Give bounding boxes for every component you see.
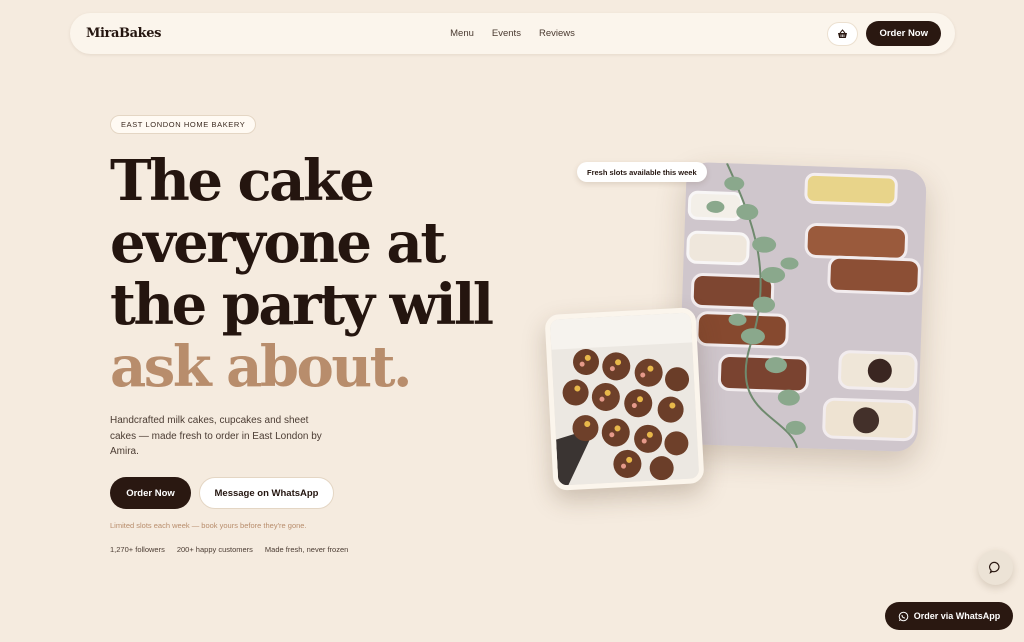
nav-links: Menu Events Reviews [450,28,575,39]
order-now-button[interactable]: Order Now [110,477,191,509]
whatsapp-message-button[interactable]: Message on WhatsApp [199,477,334,509]
brand-logo[interactable]: MiraBakes [86,26,161,41]
nav-order-button[interactable]: Order Now [866,21,941,46]
stats-row: 1,270+ followers 200+ happy customers Ma… [110,545,348,554]
limited-slots-note: Limited slots each week — book yours bef… [110,521,307,530]
nav-link-reviews[interactable]: Reviews [539,28,575,39]
chat-bubble-icon [989,561,1000,574]
order-via-whatsapp-button[interactable]: Order via WhatsApp [885,602,1013,630]
photo-cupcakes [544,307,705,491]
stat-fresh: Made fresh, never frozen [264,545,349,554]
basket-icon [838,28,848,38]
headline-line-3: the party will [110,272,494,338]
top-nav: MiraBakes Menu Events Reviews Order Now [70,13,955,54]
hero-headline: The cake everyone at the party will ask … [110,150,510,398]
nav-link-events[interactable]: Events [492,28,521,39]
hero-badge: EAST LONDON HOME BAKERY [110,115,257,134]
fresh-slots-tag: Fresh slots available this week [577,162,707,182]
stat-followers: 1,270+ followers [110,545,165,554]
whatsapp-icon [898,611,909,621]
whatsapp-button-label: Order via WhatsApp [913,611,1001,621]
headline-line-2: everyone at [110,210,446,276]
headline-accent: ask about. [110,334,412,400]
stat-customers: 200+ happy customers [176,545,253,554]
hero-description: Handcrafted milk cakes, cupcakes and she… [110,415,322,457]
cart-button[interactable] [827,21,859,46]
chat-button[interactable] [978,550,1013,585]
nav-link-menu[interactable]: Menu [450,28,474,39]
headline-line-1: The cake [110,148,375,214]
nav-actions: Order Now [827,21,941,46]
photo-cake-bars [677,161,927,453]
